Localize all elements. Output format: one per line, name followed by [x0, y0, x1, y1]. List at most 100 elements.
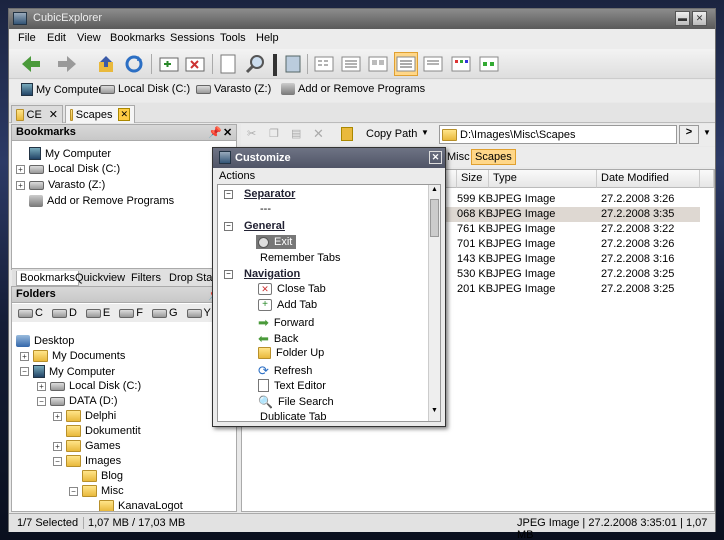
expand-icon[interactable]: + [37, 381, 46, 391]
menu-sessions[interactable]: Sessions [170, 32, 215, 44]
menu-tools[interactable]: Tools [220, 32, 246, 44]
menu-edit[interactable]: Edit [47, 32, 66, 44]
column-header-size[interactable]: Size [457, 170, 489, 188]
folder-up-button[interactable] [95, 52, 119, 76]
tree-item-delphi[interactable]: + Delphi [53, 410, 116, 422]
tab-ce[interactable]: CE ✕ [11, 105, 63, 123]
refresh-button[interactable] [122, 52, 146, 76]
view-color-button[interactable] [449, 52, 473, 76]
category-navigation[interactable]: − Navigation [224, 268, 300, 280]
collapse-icon[interactable]: − [224, 221, 233, 231]
bookmark-add-remove-programs[interactable]: Add or Remove Programs [281, 83, 425, 95]
expand-icon[interactable]: + [16, 180, 25, 190]
drive-button-c[interactable]: C [18, 307, 43, 319]
drive-button-g[interactable]: G [151, 307, 178, 319]
view-tiles-button[interactable] [339, 52, 363, 76]
drive-button-d[interactable]: D [51, 307, 77, 319]
tree-item[interactable]: My Computer [16, 147, 111, 160]
delete-icon[interactable]: ✕ [313, 126, 324, 142]
tree-item[interactable]: Add or Remove Programs [16, 195, 174, 207]
action-separator[interactable]: --- [260, 203, 271, 215]
drive-button-e[interactable]: E [85, 307, 110, 319]
action-dublicate-tab[interactable]: Dublicate Tab [260, 411, 326, 421]
action-add-tab[interactable]: + Add Tab [258, 299, 317, 311]
drive-button-y[interactable]: Y [186, 307, 211, 319]
tab-bookmarks[interactable]: Bookmarks [16, 271, 80, 286]
options-button[interactable] [281, 52, 305, 76]
menu-view[interactable]: View [77, 32, 101, 44]
scroll-down-icon[interactable]: ▼ [430, 407, 439, 417]
tree-item-dokumentit[interactable]: Dokumentit [53, 425, 141, 437]
file-search-button[interactable] [243, 52, 267, 76]
action-text-editor[interactable]: Text Editor [258, 379, 326, 392]
tab-close-icon[interactable]: ✕ [118, 108, 130, 121]
tree-item-local-disk[interactable]: + Local Disk (C:) [37, 380, 141, 392]
category-separator[interactable]: − Separator [224, 188, 295, 200]
view-icons-button[interactable] [366, 52, 390, 76]
tab-close-icon[interactable]: ✕ [49, 108, 58, 121]
expand-icon[interactable]: + [16, 164, 25, 174]
action-exit[interactable]: Exit [256, 235, 297, 249]
chevron-down-icon[interactable]: ▼ [421, 128, 429, 137]
paste-icon[interactable]: ▤ [291, 127, 301, 140]
tree-item-my-documents[interactable]: + My Documents [20, 350, 125, 362]
action-forward[interactable]: ➡ Forward [258, 315, 314, 331]
expand-icon[interactable]: + [53, 411, 62, 421]
column-header-date[interactable]: Date Modified [597, 170, 700, 188]
close-window-button[interactable]: ✕ [692, 11, 707, 26]
tree-item-misc[interactable]: − Misc [69, 485, 124, 497]
menu-help[interactable]: Help [256, 32, 279, 44]
bookmark-local-disk[interactable]: Local Disk (C:) [100, 83, 190, 95]
tree-item-images[interactable]: − Images [53, 455, 121, 467]
category-general[interactable]: − General [224, 220, 285, 232]
tree-item-desktop[interactable]: Desktop [16, 335, 74, 347]
tree-item[interactable]: + Varasto (Z:) [16, 179, 105, 191]
collapse-icon[interactable]: − [69, 486, 78, 496]
tree-item-my-computer[interactable]: − My Computer [20, 365, 115, 378]
cut-icon[interactable]: ✂ [247, 127, 256, 140]
menu-file[interactable]: File [18, 32, 36, 44]
action-file-search[interactable]: 🔍 File Search [258, 395, 334, 409]
pin-icon[interactable]: 📌 [208, 126, 222, 139]
copy-icon[interactable]: ❐ [269, 127, 279, 140]
collapse-icon[interactable]: − [20, 367, 29, 376]
bookmark-my-computer[interactable]: My Computer [21, 83, 102, 96]
collapse-icon[interactable]: − [224, 189, 233, 199]
close-tab-button[interactable] [183, 52, 207, 76]
collapse-icon[interactable]: − [224, 269, 233, 279]
action-remember-tabs[interactable]: Remember Tabs [260, 252, 341, 264]
crumb-scapes[interactable]: Scapes [471, 149, 516, 165]
forward-button[interactable] [55, 52, 79, 76]
scroll-thumb[interactable] [430, 199, 439, 237]
dialog-scrollbar[interactable]: ▲ ▼ [428, 185, 440, 421]
tab-scapes[interactable]: Scapes ✕ [65, 105, 135, 123]
tab-filters[interactable]: Filters [128, 271, 164, 285]
tree-item-blog[interactable]: Blog [69, 470, 123, 482]
crumb-misc[interactable]: Misc [447, 151, 470, 163]
scroll-up-icon[interactable]: ▲ [430, 186, 439, 196]
text-editor-button[interactable] [216, 52, 240, 76]
action-folder-up[interactable]: Folder Up [258, 347, 324, 359]
drive-button-f[interactable]: F [119, 307, 143, 319]
back-button[interactable] [19, 52, 43, 76]
expand-icon[interactable]: + [53, 441, 62, 451]
tab-quickview[interactable]: Quickview [72, 271, 128, 285]
tree-item[interactable]: + Local Disk (C:) [16, 163, 120, 175]
menu-bookmarks[interactable]: Bookmarks [110, 32, 165, 44]
copy-path-button[interactable]: Copy Path [366, 128, 417, 140]
expand-icon[interactable]: + [20, 351, 29, 361]
column-header-type[interactable]: Type [489, 170, 597, 188]
path-input[interactable]: D:\Images\Misc\Scapes [439, 125, 677, 144]
panel-close-icon[interactable]: ✕ [223, 126, 232, 139]
add-tab-button[interactable] [157, 52, 181, 76]
action-close-tab[interactable]: ✕ Close Tab [258, 283, 326, 295]
dialog-close-icon[interactable]: ✕ [429, 151, 442, 164]
view-list-button[interactable] [394, 52, 418, 76]
collapse-icon[interactable]: − [37, 396, 46, 406]
view-details-button[interactable] [421, 52, 445, 76]
view-thumbnails-button[interactable] [312, 52, 336, 76]
path-dropdown-icon[interactable]: ▼ [703, 128, 711, 137]
action-back[interactable]: ⬅ Back [258, 331, 298, 347]
view-filmstrip-button[interactable] [477, 52, 501, 76]
minimize-button[interactable]: ▬ [675, 11, 690, 26]
